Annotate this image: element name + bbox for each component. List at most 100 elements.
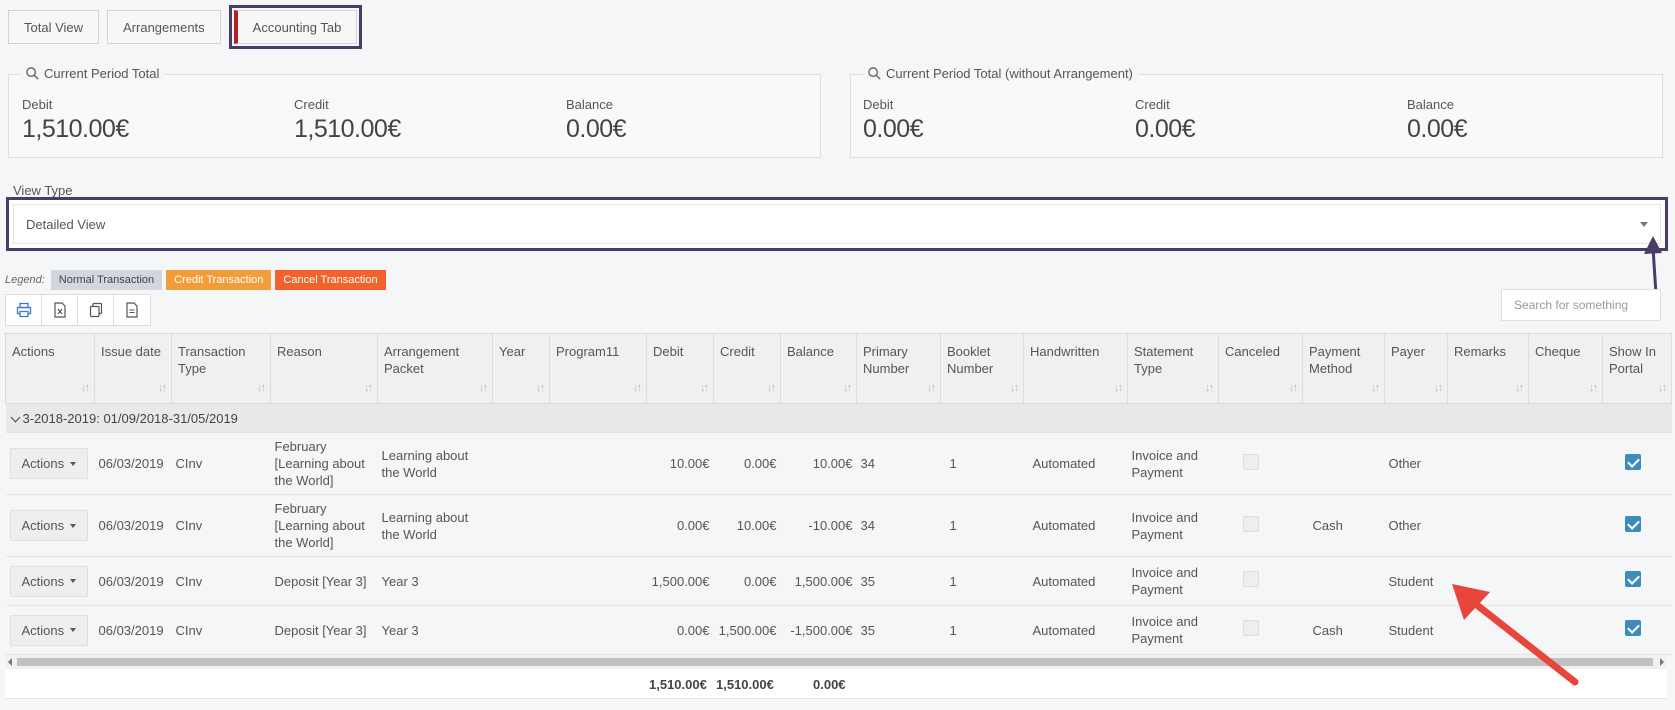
column-header[interactable]: Transaction Type ↓↑	[171, 333, 271, 404]
actions-dropdown-button[interactable]: Actions	[9, 510, 89, 541]
column-header[interactable]: Arrangement Packet ↓↑	[377, 333, 493, 404]
tab-total-view[interactable]: Total View	[8, 10, 100, 44]
scroll-left-icon[interactable]	[8, 658, 12, 666]
transaction-type-cell: CInv	[171, 432, 271, 495]
debit-stat: Debit 0.00€	[863, 97, 924, 144]
tab-highlight-box: Accounting Tab	[228, 5, 363, 49]
table-row: Actions 06/03/2019 CInv February [Learni…	[5, 494, 1672, 557]
horizontal-scrollbar[interactable]	[5, 655, 1667, 669]
search-input[interactable]	[1501, 289, 1661, 321]
sort-icon: ↓↑	[536, 382, 545, 394]
column-header[interactable]: Payment Method ↓↑	[1302, 333, 1385, 404]
payment-method-cell: Cash	[1302, 494, 1385, 557]
handwritten-cell: Automated	[1023, 605, 1128, 655]
primary-number-cell: 34	[856, 494, 941, 557]
actions-dropdown-button[interactable]: Actions	[9, 448, 89, 479]
print-button[interactable]	[6, 295, 42, 325]
canceled-checkbox[interactable]	[1242, 515, 1259, 532]
canceled-checkbox[interactable]	[1242, 620, 1259, 636]
column-header[interactable]: Payer ↓↑	[1384, 333, 1448, 404]
chevron-down-icon[interactable]	[10, 412, 20, 422]
sort-icon: ↓↑	[700, 382, 709, 394]
export-excel-button[interactable]	[42, 295, 78, 325]
cheque-cell	[1528, 494, 1603, 557]
column-header[interactable]: Cheque ↓↑	[1528, 333, 1603, 404]
legend-title: Legend:	[5, 274, 45, 286]
column-header[interactable]: Program11 ↓↑	[549, 333, 647, 404]
panel-title-text: Current Period Total	[44, 66, 160, 81]
column-header[interactable]: Show In Portal ↓↑	[1602, 333, 1672, 404]
canceled-checkbox[interactable]	[1242, 453, 1259, 470]
issue-date-cell: 06/03/2019	[94, 432, 172, 495]
reason-cell: February [Learning about the World]	[270, 494, 378, 557]
sort-icon: ↓↑	[1589, 382, 1598, 394]
booklet-number-cell: 1	[940, 432, 1024, 495]
scrollbar-thumb[interactable]	[17, 658, 1653, 666]
column-header[interactable]: Canceled ↓↑	[1218, 333, 1303, 404]
column-header[interactable]: Booklet Number ↓↑	[940, 333, 1024, 404]
statement-type-cell: Invoice and Payment	[1127, 556, 1219, 606]
year-cell	[492, 432, 550, 495]
show-in-portal-checkbox[interactable]	[1624, 515, 1641, 532]
sort-icon: ↓↑	[1010, 382, 1019, 394]
column-header[interactable]: Statement Type ↓↑	[1127, 333, 1219, 404]
column-header[interactable]: Primary Number ↓↑	[856, 333, 941, 404]
total-credit: 1,510.00€	[716, 677, 774, 692]
payment-method-cell	[1302, 556, 1385, 606]
balance-label: Balance	[1407, 97, 1454, 112]
group-row[interactable]: 3-2018-2019: 01/09/2018-31/05/2019	[5, 403, 1672, 433]
sort-icon: ↓↑	[1515, 382, 1524, 394]
show-in-portal-checkbox[interactable]	[1624, 571, 1641, 587]
sort-icon: ↓↑	[1658, 382, 1667, 394]
tab-accounting[interactable]: Accounting Tab	[233, 10, 358, 44]
booklet-number-cell: 1	[940, 556, 1024, 606]
copy-button[interactable]	[78, 295, 114, 325]
panel-title-text: Current Period Total (without Arrangemen…	[886, 66, 1133, 81]
column-header[interactable]: Remarks ↓↑	[1447, 333, 1529, 404]
column-header[interactable]: Reason ↓↑	[270, 333, 378, 404]
annotation-arrow-up-icon	[1644, 236, 1662, 295]
tab-arrangements[interactable]: Arrangements	[107, 10, 221, 44]
arrangement-packet-cell: Year 3	[377, 605, 493, 655]
credit-transaction-badge: Credit Transaction	[166, 270, 272, 290]
canceled-checkbox[interactable]	[1242, 571, 1259, 587]
current-period-total-panel: Current Period Total Debit 1,510.00€ Cre…	[8, 66, 821, 158]
debit-label: Debit	[22, 97, 53, 112]
transactions-table: Actions ↓↑ Issue date ↓↑ Transaction Type ↓…	[5, 333, 1672, 655]
annotation-arrow-icon	[1452, 584, 1579, 686]
sort-icon: ↓↑	[633, 382, 642, 394]
show-in-portal-checkbox[interactable]	[1624, 453, 1641, 470]
actions-dropdown-button[interactable]: Actions	[9, 565, 89, 597]
transactions-table-container: Actions ↓↑ Issue date ↓↑ Transaction Type ↓…	[5, 333, 1672, 699]
column-header[interactable]: Year ↓↑	[492, 333, 550, 404]
total-balance: 0.00€	[813, 677, 846, 692]
copy-icon	[89, 302, 102, 318]
scroll-right-icon[interactable]	[1660, 658, 1664, 666]
year-cell	[492, 556, 550, 606]
view-type-select[interactable]: Detailed View	[13, 204, 1661, 244]
actions-dropdown-button[interactable]: Actions	[9, 614, 89, 646]
excel-file-icon	[53, 302, 66, 318]
view-type-highlight-box: Detailed View	[6, 197, 1668, 251]
column-header[interactable]: Actions ↓↑	[5, 333, 95, 404]
transaction-legend: Legend: Normal Transaction Credit Transa…	[5, 270, 386, 290]
cancel-transaction-badge: Cancel Transaction	[275, 270, 386, 290]
export-pdf-button[interactable]	[114, 295, 150, 325]
sort-icon: ↓↑	[1205, 382, 1214, 394]
group-label: 3-2018-2019: 01/09/2018-31/05/2019	[22, 410, 238, 426]
booklet-number-cell: 1	[940, 494, 1024, 557]
column-header[interactable]: Issue date ↓↑	[94, 333, 172, 404]
column-header[interactable]: Balance ↓↑	[780, 333, 857, 404]
column-header[interactable]: Handwritten ↓↑	[1023, 333, 1128, 404]
column-header[interactable]: Credit ↓↑	[713, 333, 781, 404]
show-in-portal-checkbox[interactable]	[1624, 620, 1641, 636]
column-header[interactable]: Debit ↓↑	[646, 333, 714, 404]
table-row: Actions 06/03/2019 CInv Deposit [Year 3]…	[5, 605, 1672, 655]
handwritten-cell: Automated	[1023, 494, 1128, 557]
year-cell	[492, 605, 550, 655]
program-cell	[549, 432, 647, 495]
reason-cell: Deposit [Year 3]	[270, 605, 378, 655]
balance-cell: 1,500.00€	[780, 556, 857, 606]
credit-cell: 1,500.00€	[713, 605, 781, 655]
primary-number-cell: 35	[856, 605, 941, 655]
